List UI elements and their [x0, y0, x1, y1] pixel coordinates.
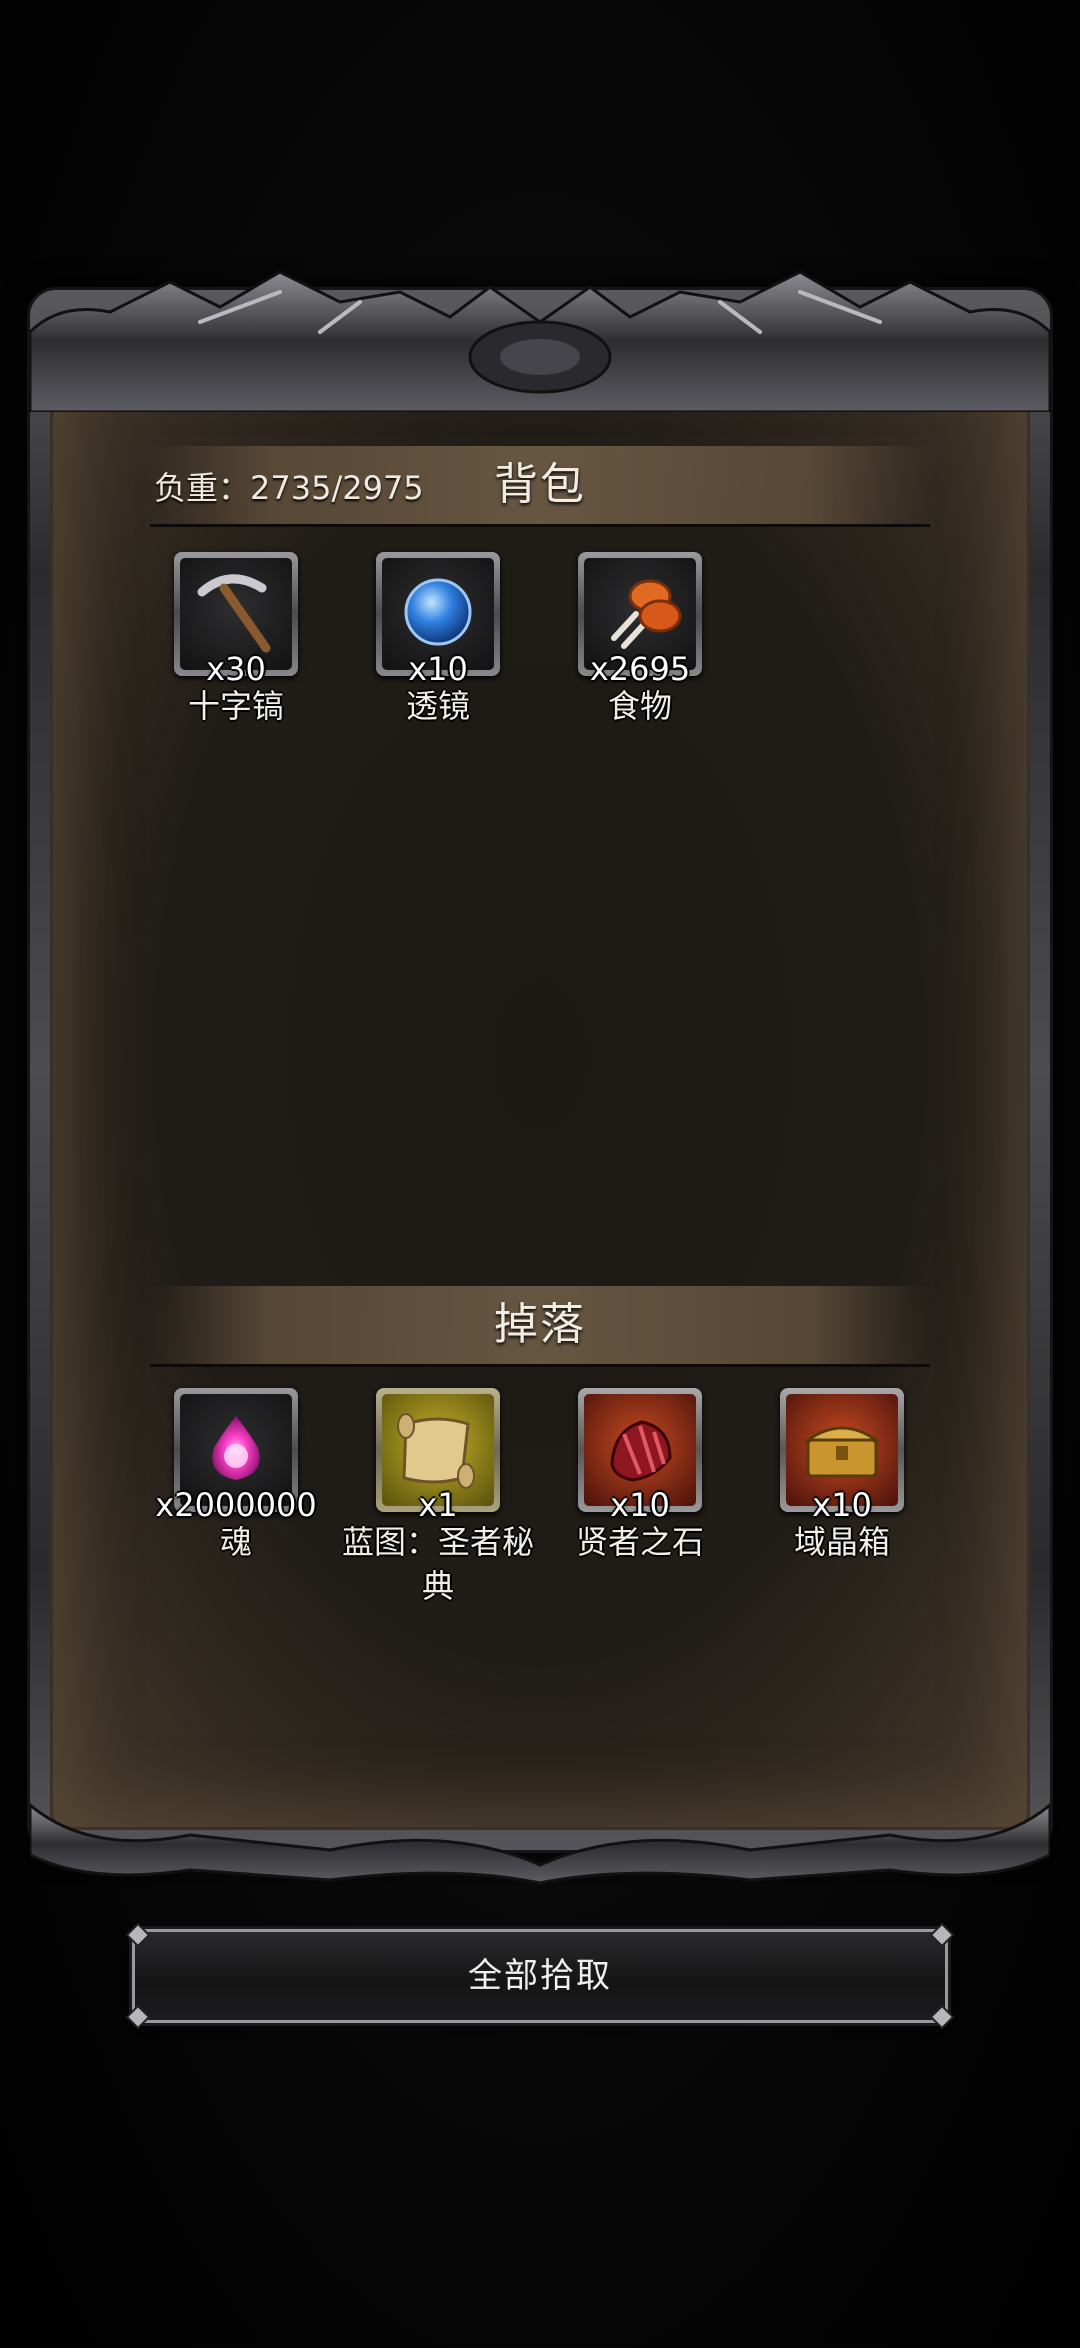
backpack-item-food[interactable]: x2695 食物	[540, 552, 740, 728]
item-name: 透镜	[405, 687, 470, 725]
item-count: x10	[610, 1486, 670, 1524]
item-name: 十字镐	[187, 687, 284, 725]
item-name: 魂	[219, 1523, 252, 1561]
backpack-title: 背包	[494, 459, 586, 510]
pickup-all-label: 全部拾取	[468, 1956, 612, 1996]
item-count: x30	[206, 650, 266, 688]
item-slot: x1	[376, 1388, 500, 1524]
item-count: x1	[418, 1486, 458, 1524]
item-count: x2000000	[155, 1486, 317, 1524]
item-slot: x2695	[578, 552, 702, 688]
backpack-item-lens[interactable]: x10 透镜	[338, 552, 538, 728]
drops-header: 掉落	[150, 1286, 930, 1367]
pickup-all-button[interactable]: 全部拾取	[125, 1922, 955, 2030]
item-name: 贤者之石	[575, 1523, 704, 1561]
item-count: x2695	[589, 650, 691, 688]
item-name: 食物	[607, 687, 672, 725]
item-slot: x10	[578, 1388, 702, 1524]
item-count: x10	[408, 650, 468, 688]
drop-item-sage-stone[interactable]: x10 贤者之石	[540, 1388, 740, 1564]
item-name: 蓝图：圣者秘典	[341, 1523, 534, 1605]
item-slot: x30	[174, 552, 298, 688]
item-name: 域晶箱	[793, 1523, 890, 1561]
frame-crown-ornament	[28, 270, 1052, 412]
drops-title: 掉落	[494, 1299, 586, 1350]
drop-item-blueprint[interactable]: x1 蓝图：圣者秘典	[338, 1388, 538, 1608]
loot-screen: 负重：2735/2975 背包 x30 十字镐 x10 透镜 x2695 食物 …	[0, 0, 1080, 2348]
item-count: x10	[812, 1486, 872, 1524]
item-slot: x10	[376, 552, 500, 688]
item-slot: x2000000	[155, 1388, 317, 1524]
frame-bottom-ornament	[30, 1803, 1050, 1885]
backpack-header: 负重：2735/2975 背包	[150, 446, 930, 527]
drop-item-crystal-chest[interactable]: x10 域晶箱	[742, 1388, 942, 1564]
backpack-item-pickaxe[interactable]: x30 十字镐	[136, 552, 336, 728]
drop-item-soul[interactable]: x2000000 魂	[136, 1388, 336, 1564]
item-slot: x10	[780, 1388, 904, 1524]
